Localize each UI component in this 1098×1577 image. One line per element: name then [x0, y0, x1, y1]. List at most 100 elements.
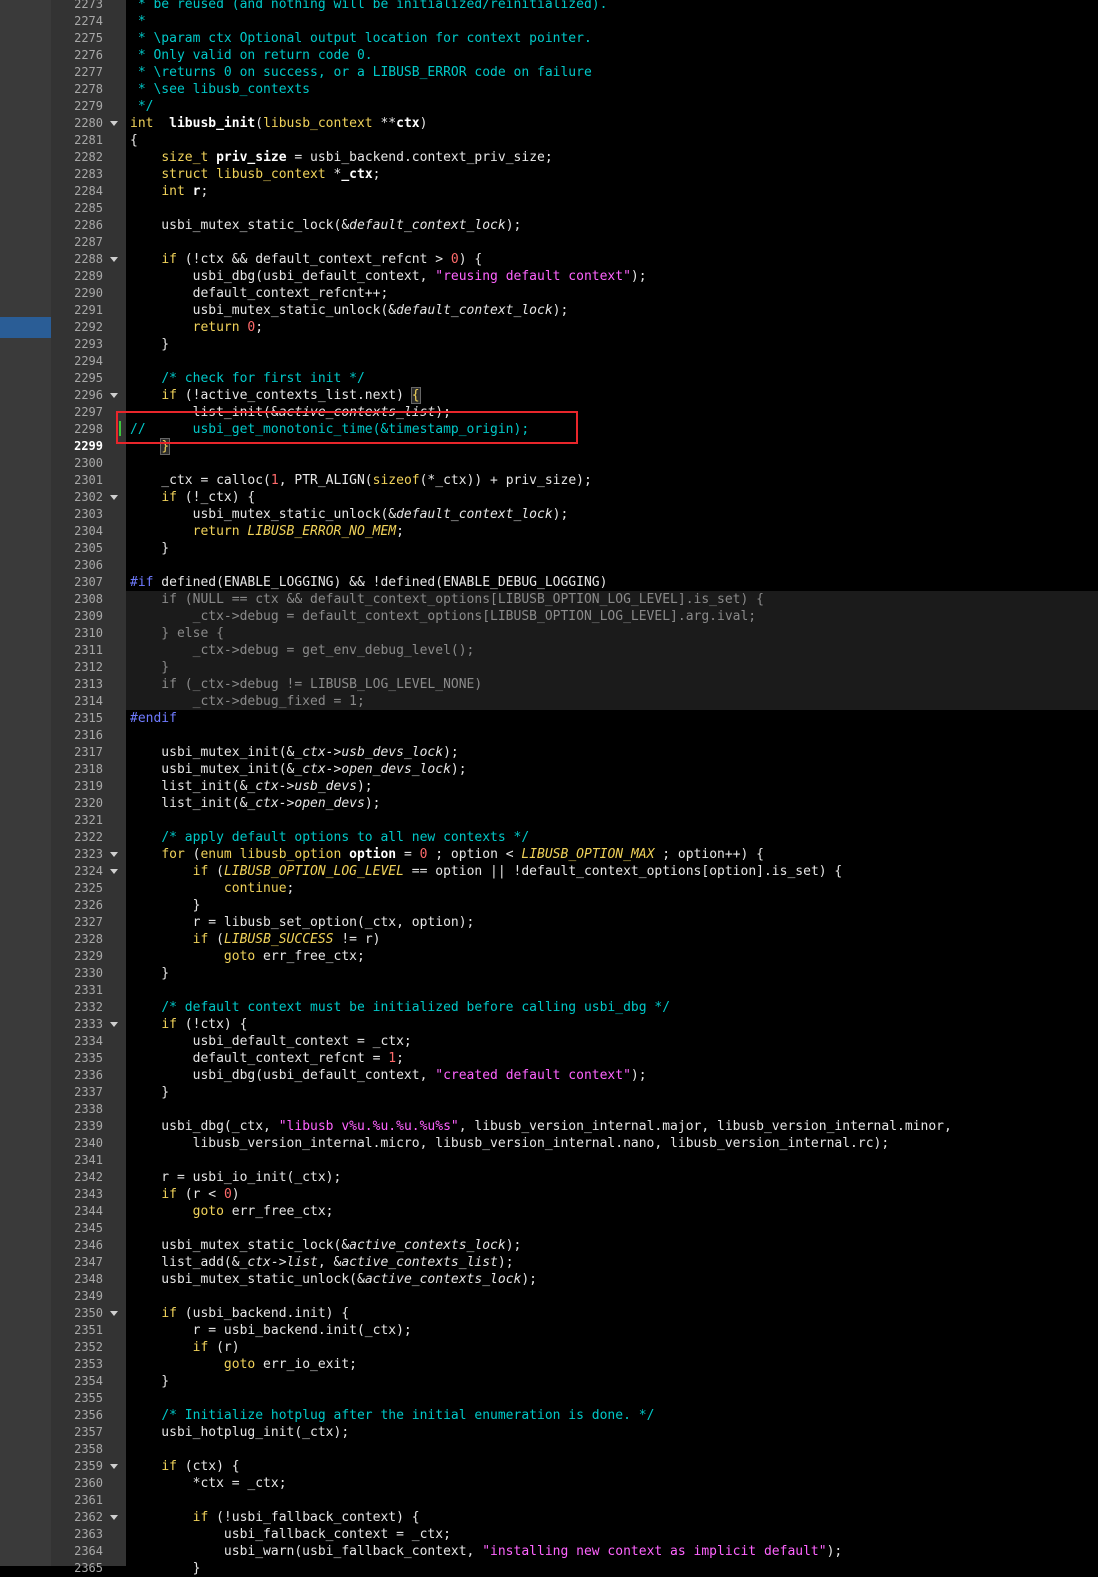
code-line[interactable]: list_init(&_ctx->open_devs); [130, 795, 380, 812]
code-line[interactable]: /* check for first init */ [130, 370, 365, 387]
code-line[interactable]: usbi_mutex_init(&_ctx->open_devs_lock); [130, 761, 466, 778]
code-token: ; option < [427, 847, 522, 862]
code-line[interactable]: usbi_dbg(_ctx, "libusb v%u.%u.%u.%u%s", … [130, 1118, 952, 1135]
code-line[interactable]: default_context_refcnt = 1; [130, 1050, 404, 1067]
code-line[interactable]: usbi_mutex_static_unlock(&default_contex… [130, 506, 569, 523]
code-line[interactable]: r = usbi_backend.init(_ctx); [130, 1322, 412, 1339]
code-token: _ctx->list [239, 1255, 318, 1270]
fold-toggle-icon[interactable] [110, 852, 118, 857]
code-line[interactable]: if (_ctx->debug != LIBUSB_LOG_LEVEL_NONE… [130, 676, 482, 693]
code-line[interactable]: for (enum libusb_option option = 0 ; opt… [130, 846, 764, 863]
code-line[interactable]: } [130, 336, 169, 353]
code-line[interactable]: usbi_fallback_context = _ctx; [130, 1526, 451, 1543]
code-line[interactable]: usbi_mutex_static_lock(&default_context_… [130, 217, 521, 234]
code-line[interactable]: usbi_dbg(usbi_default_context, "reusing … [130, 268, 647, 285]
code-line[interactable]: _ctx->debug = default_context_options[LI… [130, 608, 757, 625]
code-line[interactable]: * \param ctx Optional output location fo… [130, 30, 592, 47]
code-token: ( [255, 116, 264, 131]
code-line[interactable]: } [130, 1084, 169, 1101]
code-line[interactable]: } [130, 1560, 201, 1577]
code-line[interactable]: usbi_dbg(usbi_default_context, "created … [130, 1067, 647, 1084]
code-line[interactable]: _ctx->debug_fixed = 1; [130, 693, 365, 710]
code-line[interactable]: if (r < 0) [130, 1186, 239, 1203]
fold-toggle-icon[interactable] [110, 1311, 118, 1316]
code-token: * Only valid on return code 0. [130, 48, 373, 63]
code-line[interactable]: _ctx = calloc(1, PTR_ALIGN(sizeof(*_ctx)… [130, 472, 592, 489]
code-line[interactable]: int r; [130, 183, 208, 200]
code-line[interactable]: list_add(&_ctx->list, &active_contexts_l… [130, 1254, 513, 1271]
fold-toggle-icon[interactable] [110, 1464, 118, 1469]
code-line[interactable]: } else { [130, 625, 224, 642]
code-line[interactable]: } [130, 965, 169, 982]
fold-toggle-icon[interactable] [110, 1022, 118, 1027]
code-line[interactable]: if (ctx) { [130, 1458, 239, 1475]
code-line[interactable]: if (NULL == ctx && default_context_optio… [130, 591, 764, 608]
code-line[interactable]: usbi_mutex_static_unlock(&default_contex… [130, 302, 569, 319]
code-line[interactable]: struct libusb_context *_ctx; [130, 166, 380, 183]
fold-toggle-icon[interactable] [110, 1515, 118, 1520]
code-line[interactable]: if (LIBUSB_OPTION_LOG_LEVEL == option ||… [130, 863, 843, 880]
code-line[interactable]: /* apply default options to all new cont… [130, 829, 529, 846]
code-line[interactable]: goto err_io_exit; [130, 1356, 357, 1373]
code-line[interactable]: int libusb_init(libusb_context **ctx) [130, 115, 427, 132]
code-line[interactable]: if (!active_contexts_list.next) { [130, 387, 421, 404]
code-line[interactable]: { [130, 132, 138, 149]
fold-toggle-icon[interactable] [110, 121, 118, 126]
code-line[interactable]: goto err_free_ctx; [130, 1203, 334, 1220]
code-line[interactable]: *ctx = _ctx; [130, 1475, 287, 1492]
code-token: libusb_context [216, 167, 326, 182]
code-line[interactable]: #endif [130, 710, 177, 727]
code-line[interactable]: usbi_default_context = _ctx; [130, 1033, 412, 1050]
code-line[interactable]: continue; [130, 880, 294, 897]
code-token: } [130, 1561, 201, 1576]
code-line[interactable]: /* Initialize hotplug after the initial … [130, 1407, 654, 1424]
line-number: 2290 [74, 286, 103, 300]
code-token: return [192, 320, 240, 335]
code-token: libusb_init [169, 116, 256, 131]
code-line[interactable]: usbi_mutex_init(&_ctx->usb_devs_lock); [130, 744, 458, 761]
code-line[interactable]: usbi_hotplug_init(_ctx); [130, 1424, 349, 1441]
code-line[interactable]: return LIBUSB_ERROR_NO_MEM; [130, 523, 404, 540]
code-line[interactable]: if (r) [130, 1339, 240, 1356]
line-number: 2283 [74, 167, 103, 181]
code-line[interactable]: #if defined(ENABLE_LOGGING) && !defined(… [130, 574, 607, 591]
code-line[interactable]: * be reused (and nothing will be initial… [130, 0, 608, 13]
code-line[interactable]: size_t priv_size = usbi_backend.context_… [130, 149, 552, 166]
code-line[interactable]: * Only valid on return code 0. [130, 47, 373, 64]
code-line[interactable]: */ [130, 98, 154, 115]
selected-panel-item[interactable] [0, 317, 51, 338]
code-line[interactable]: * [130, 13, 146, 30]
code-line[interactable]: /* default context must be initialized b… [130, 999, 670, 1016]
code-token: usbi_mutex_init(& [130, 745, 295, 760]
code-line[interactable]: if (LIBUSB_SUCCESS != r) [130, 931, 381, 948]
code-line[interactable]: } [130, 897, 201, 914]
code-line[interactable]: } [130, 659, 169, 676]
code-line[interactable]: usbi_mutex_static_unlock(&active_context… [130, 1271, 537, 1288]
code-line[interactable]: * \see libusb_contexts [130, 81, 310, 98]
code-line[interactable]: libusb_version_internal.micro, libusb_ve… [130, 1135, 890, 1152]
code-line[interactable]: * \returns 0 on success, or a LIBUSB_ERR… [130, 64, 592, 81]
code-line[interactable]: goto err_free_ctx; [130, 948, 365, 965]
fold-toggle-icon[interactable] [110, 393, 118, 398]
code-line[interactable]: if (!ctx && default_context_refcnt > 0) … [130, 251, 482, 268]
code-line[interactable]: r = usbi_io_init(_ctx); [130, 1169, 341, 1186]
code-line[interactable]: if (usbi_backend.init) { [130, 1305, 349, 1322]
code-line[interactable]: } [130, 540, 169, 557]
code-line[interactable]: if (!usbi_fallback_context) { [130, 1509, 420, 1526]
fold-toggle-icon[interactable] [110, 495, 118, 500]
code-line[interactable]: if (!ctx) { [130, 1016, 247, 1033]
code-line[interactable]: _ctx->debug = get_env_debug_level(); [130, 642, 475, 659]
code-token: if [161, 1459, 177, 1474]
code-token: if [192, 932, 209, 947]
code-line[interactable]: return 0; [130, 319, 263, 336]
code-line[interactable]: usbi_warn(usbi_fallback_context, "instal… [130, 1543, 842, 1560]
code-line[interactable]: list_init(&_ctx->usb_devs); [130, 778, 372, 795]
code-line[interactable]: default_context_refcnt++; [130, 285, 389, 302]
code-line[interactable]: usbi_mutex_static_lock(&active_contexts_… [130, 1237, 521, 1254]
code-line[interactable]: } [130, 1373, 169, 1390]
fold-toggle-icon[interactable] [110, 257, 118, 262]
code-line[interactable]: r = libusb_set_option(_ctx, option); [130, 914, 475, 931]
code-line[interactable]: if (!_ctx) { [130, 489, 255, 506]
fold-toggle-icon[interactable] [110, 869, 118, 874]
